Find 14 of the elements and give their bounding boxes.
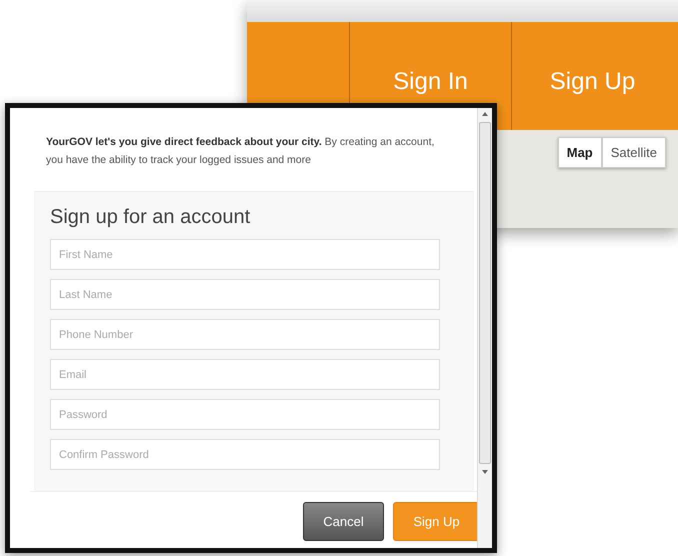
input-field[interactable]: Last Name	[50, 279, 440, 310]
scroll-up-arrow-icon[interactable]	[482, 112, 488, 116]
input-field[interactable]: Confirm Password	[50, 439, 440, 470]
scroll-down-arrow-icon[interactable]	[482, 470, 488, 474]
input-field[interactable]: Email	[50, 359, 440, 390]
input-field[interactable]: Phone Number	[50, 319, 440, 350]
scrollbar[interactable]	[477, 108, 492, 548]
input-field[interactable]: First Name	[50, 239, 440, 270]
map-type-button[interactable]: Satellite	[602, 137, 666, 168]
map-type-button[interactable]: Map	[558, 137, 602, 168]
input-field[interactable]: Password	[50, 399, 440, 430]
cancel-button[interactable]: Cancel	[303, 502, 384, 541]
intro-text: YourGOV let's you give direct feedback about your city. By creating an account, you have the ability to track your logged issues and more	[46, 135, 436, 168]
form-title: Sign up for an account	[50, 206, 252, 229]
